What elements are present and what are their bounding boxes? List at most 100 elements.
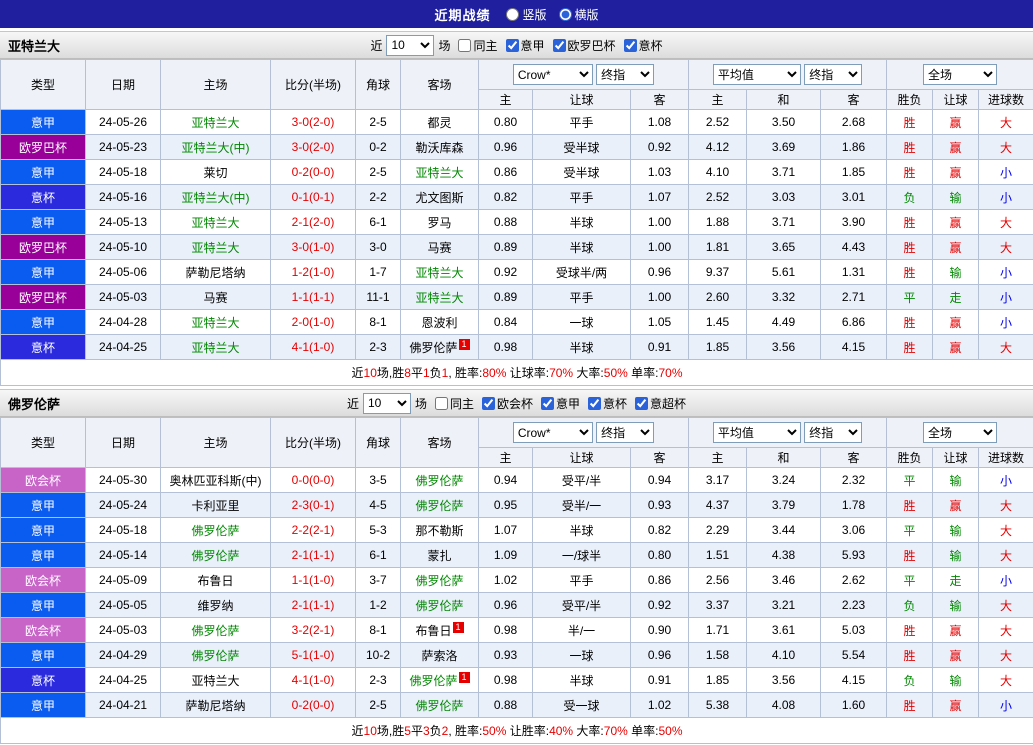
- match-row: 意甲 24-04-28 亚特兰大 2-0(1-0) 8-1 恩波利 0.84 一球 1.05 1.…: [0, 309, 1033, 335]
- result-cell: 大: [978, 542, 1033, 568]
- checkbox-input[interactable]: [458, 38, 472, 52]
- team-link[interactable]: 勒沃库森: [415, 141, 463, 155]
- team-link[interactable]: 亚特兰大: [191, 341, 239, 355]
- team-link[interactable]: 尤文图斯: [415, 191, 463, 205]
- team-link[interactable]: 萨索洛: [421, 649, 457, 663]
- filter-checkbox[interactable]: 同主: [434, 395, 474, 412]
- match-row: 意甲 24-05-05 维罗纳 2-1(1-1) 1-2 佛罗伦萨 0.96 受平/半 0.92…: [0, 592, 1033, 618]
- checkbox-input[interactable]: [505, 38, 519, 52]
- team-link[interactable]: 亚特兰大(中): [182, 141, 250, 155]
- team-link[interactable]: 萨勒尼塔纳: [185, 699, 245, 713]
- match-count-select[interactable]: 10: [386, 34, 435, 56]
- team-link[interactable]: 佛罗伦萨: [191, 624, 239, 638]
- team-link[interactable]: 那不勒斯: [415, 524, 463, 538]
- filter-checkbox[interactable]: 意甲: [541, 395, 580, 412]
- odds-stage-select2[interactable]: 终指: [804, 422, 863, 443]
- bookmaker-select[interactable]: Crow*: [512, 422, 593, 443]
- team-link[interactable]: 佛罗伦萨: [191, 649, 239, 663]
- corner-score: 2-5: [355, 109, 401, 135]
- filter-checkbox[interactable]: 意杯: [623, 37, 663, 54]
- team-link[interactable]: 亚特兰大: [191, 116, 239, 130]
- filter-checkbox[interactable]: 欧罗巴杯: [552, 37, 616, 54]
- team-link[interactable]: 佛罗伦萨: [415, 599, 463, 613]
- match-row: 意甲 24-05-24 卡利亚里 2-3(0-1) 4-5 佛罗伦萨 0.95 受半/一 0.9…: [0, 492, 1033, 518]
- odds-cell: 5.61: [746, 259, 821, 285]
- match-count-select[interactable]: 10: [362, 392, 411, 414]
- team-link[interactable]: 亚特兰大(中): [182, 191, 250, 205]
- horizontal-radio-input[interactable]: [558, 7, 572, 21]
- filter-bar: 近 10 场 同主 欧会杯 意甲 意杯 意超杯: [347, 392, 686, 414]
- scope-select[interactable]: 全场: [923, 422, 998, 443]
- team-link[interactable]: 亚特兰大: [415, 266, 463, 280]
- odds-cell: 3.17: [688, 467, 747, 493]
- competition-badge: 意甲: [0, 309, 86, 335]
- team-cell: 马赛: [160, 284, 271, 310]
- odds-stage-select2[interactable]: 终指: [804, 64, 863, 85]
- vertical-radio-input[interactable]: [506, 7, 520, 21]
- team-link[interactable]: 都灵: [427, 116, 451, 130]
- average-select[interactable]: 平均值: [712, 422, 801, 443]
- summary-text: 近: [351, 724, 364, 738]
- team-link[interactable]: 莱切: [203, 166, 227, 180]
- result-cell: 输: [932, 467, 980, 493]
- team-cell: 亚特兰大: [160, 334, 271, 360]
- bookmaker-select[interactable]: Crow*: [512, 64, 593, 85]
- team-link[interactable]: 佛罗伦萨: [415, 474, 463, 488]
- team-link[interactable]: 恩波利: [421, 316, 457, 330]
- team-link[interactable]: 马赛: [427, 241, 451, 255]
- team-link[interactable]: 罗马: [427, 216, 451, 230]
- match-row: 意杯 24-04-25 亚特兰大 4-1(1-0) 2-3 佛罗伦萨 1 0.98 半球 0.91…: [0, 334, 1033, 360]
- team-link[interactable]: 奥林匹亚科斯(中): [170, 474, 262, 488]
- filter-checkbox[interactable]: 意超杯: [635, 395, 686, 412]
- checkbox-input[interactable]: [541, 396, 554, 410]
- filter-checkbox[interactable]: 欧会杯: [481, 395, 533, 412]
- scope-select[interactable]: 全场: [923, 64, 998, 85]
- team-link[interactable]: 维罗纳: [197, 599, 233, 613]
- team-link[interactable]: 布鲁日: [197, 574, 233, 588]
- team-link[interactable]: 亚特兰大: [415, 291, 463, 305]
- team-link[interactable]: 蒙扎: [427, 549, 451, 563]
- odds-cell: 0.93: [630, 492, 689, 518]
- checkbox-input[interactable]: [623, 38, 637, 52]
- team-link[interactable]: 萨勒尼塔纳: [185, 266, 245, 280]
- team-link[interactable]: 马赛: [203, 291, 227, 305]
- team-link[interactable]: 佛罗伦萨: [415, 699, 463, 713]
- layout-option-horizontal[interactable]: 横版: [558, 6, 599, 23]
- checkbox-input[interactable]: [434, 396, 448, 410]
- team-link[interactable]: 亚特兰大: [191, 674, 239, 688]
- filter-checkbox[interactable]: 同主: [458, 37, 498, 54]
- result-cell: 赢: [932, 334, 980, 360]
- filter-checkbox[interactable]: 意甲: [505, 37, 545, 54]
- odds-stage-select[interactable]: 终指: [596, 422, 655, 443]
- team-link[interactable]: 佛罗伦萨: [415, 499, 463, 513]
- result-cell: 大: [978, 617, 1033, 643]
- team-cell: 亚特兰大(中): [160, 134, 271, 160]
- odds-cell: 半球: [532, 667, 631, 693]
- checkbox-input[interactable]: [588, 396, 602, 410]
- odds-cell: 1.85: [688, 667, 747, 693]
- layout-option-vertical[interactable]: 竖版: [506, 6, 547, 23]
- result-cell: 大: [978, 517, 1033, 543]
- corner-score: 3-0: [355, 234, 401, 260]
- team-link[interactable]: 佛罗伦萨: [409, 674, 457, 688]
- team-link[interactable]: 亚特兰大: [415, 166, 463, 180]
- team-link[interactable]: 亚特兰大: [191, 241, 239, 255]
- team-link[interactable]: 布鲁日: [415, 624, 451, 638]
- team-link[interactable]: 亚特兰大: [191, 316, 239, 330]
- checkbox-input[interactable]: [481, 396, 495, 410]
- team-link[interactable]: 佛罗伦萨: [409, 341, 457, 355]
- odds-cell: 5.54: [819, 642, 888, 668]
- team-link[interactable]: 佛罗伦萨: [191, 524, 239, 538]
- odds-stage-select[interactable]: 终指: [596, 64, 655, 85]
- team-link[interactable]: 佛罗伦萨: [415, 574, 463, 588]
- odds-cell: 3.56: [746, 667, 821, 693]
- team-link[interactable]: 亚特兰大: [191, 216, 239, 230]
- checkbox-input[interactable]: [635, 396, 649, 410]
- result-cell: 胜: [886, 692, 934, 718]
- team-link[interactable]: 佛罗伦萨: [191, 549, 239, 563]
- summary-text: 大率:: [573, 724, 604, 738]
- filter-checkbox[interactable]: 意杯: [588, 395, 627, 412]
- average-select[interactable]: 平均值: [712, 64, 801, 85]
- checkbox-input[interactable]: [552, 38, 566, 52]
- team-link[interactable]: 卡利亚里: [191, 499, 239, 513]
